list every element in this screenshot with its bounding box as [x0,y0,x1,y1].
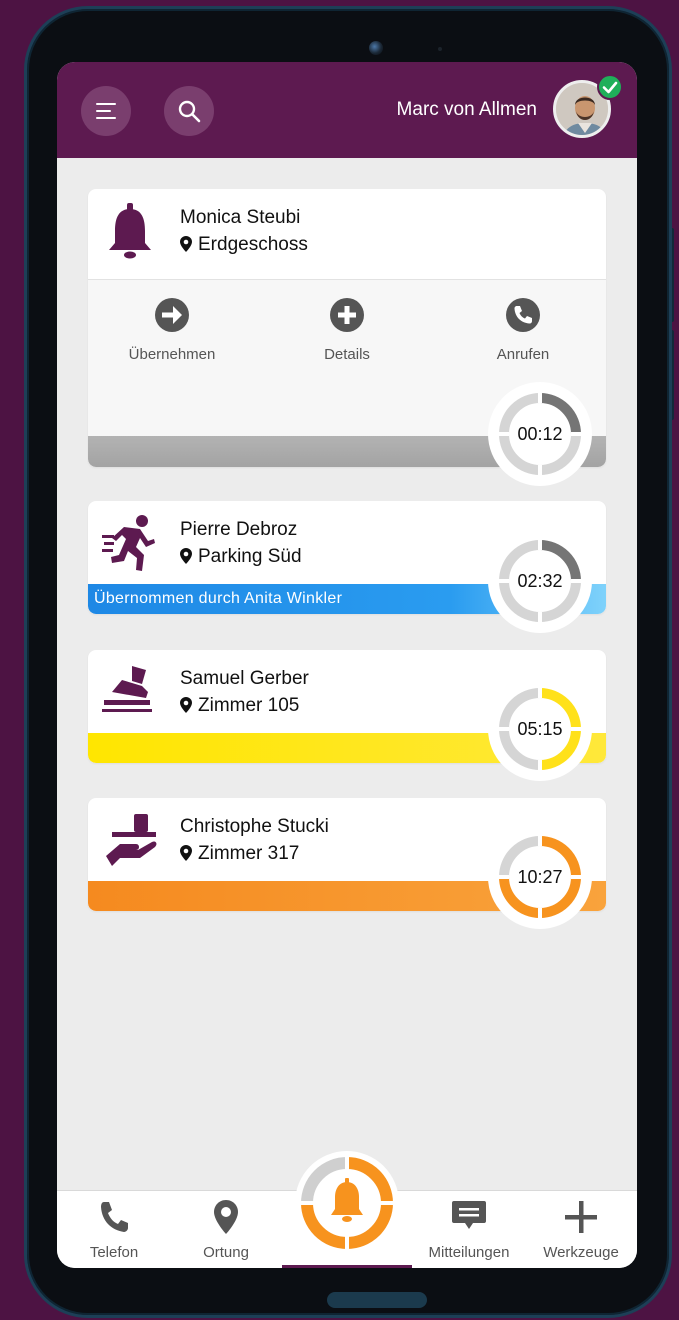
location: Zimmer 105 [180,695,299,717]
search-button[interactable] [164,86,214,136]
location: Erdgeschoss [180,234,308,256]
location-pin-icon [180,697,192,713]
menu-button[interactable] [81,86,131,136]
online-check-icon [597,74,623,100]
message-icon [452,1201,486,1229]
nav-label: Telefon [89,1244,139,1261]
timer-dial: 05:15 [487,676,593,782]
nav-label: Werkzeuge [543,1244,619,1261]
location-pin-icon [180,548,192,564]
nav-werkzeuge[interactable]: Werkzeuge [531,1191,631,1268]
location-text: Zimmer 317 [198,843,300,864]
phone-icon [101,1202,128,1232]
camera-icon [369,41,383,55]
location: Parking Süd [180,546,302,568]
search-icon [178,100,201,123]
location-pin-icon [180,236,192,252]
location-pin-icon [180,845,192,861]
timer-text: 10:27 [517,867,563,887]
location-pin-icon [214,1200,238,1234]
person-name: Samuel Gerber [180,668,309,689]
timer-dial: 00:12 [487,381,593,487]
app-screen: Marc von Allmen Monica Steubi Erdgeschos… [57,62,637,1268]
location-text: Zimmer 105 [198,695,300,716]
timer-text: 05:15 [517,719,563,739]
details-button[interactable]: Details [287,298,407,363]
alarm-ring-icon [299,1155,395,1251]
home-indicator[interactable] [327,1292,427,1308]
nav-telefon[interactable]: Telefon [69,1191,159,1268]
nav-mitteilungen[interactable]: Mitteilungen [419,1191,519,1268]
active-indicator [282,1265,412,1268]
timer-dial: 10:27 [487,824,593,930]
user-name[interactable]: Marc von Allmen [397,99,537,121]
call-label: Anrufen [496,346,550,363]
plus-circle-icon [330,298,364,332]
call-button[interactable]: Anrufen [463,298,583,363]
plus-icon [565,1201,597,1233]
take-over-button[interactable]: Übernehmen [112,298,232,363]
running-person-icon [102,515,155,571]
timer-dial: 02:32 [487,528,593,634]
nav-label: Mitteilungen [428,1244,510,1261]
arrow-right-icon [155,298,189,332]
timer-text: 02:32 [517,571,563,591]
status-text: Übernommen durch Anita Winkler [94,590,343,607]
person-name: Pierre Debroz [180,519,298,540]
bell-icon [109,203,151,259]
shoe-step-icon [102,666,152,712]
location-text: Parking Süd [198,546,302,567]
person-name: Christophe Stucki [180,816,329,837]
take-over-label: Übernehmen [128,346,216,363]
nav-ortung[interactable]: Ortung [181,1191,271,1268]
app-header: Marc von Allmen [57,62,637,158]
nav-label: Ortung [203,1244,249,1261]
location: Zimmer 317 [180,843,299,865]
alarm-bell-button[interactable] [295,1151,399,1255]
timer-text: 00:12 [517,424,563,444]
location-text: Erdgeschoss [198,234,308,255]
serving-hand-icon [106,814,157,866]
sensor-dot [438,47,442,51]
details-label: Details [324,346,370,363]
person-name: Monica Steubi [180,207,301,228]
phone-icon [506,298,540,332]
menu-icon [96,103,116,119]
